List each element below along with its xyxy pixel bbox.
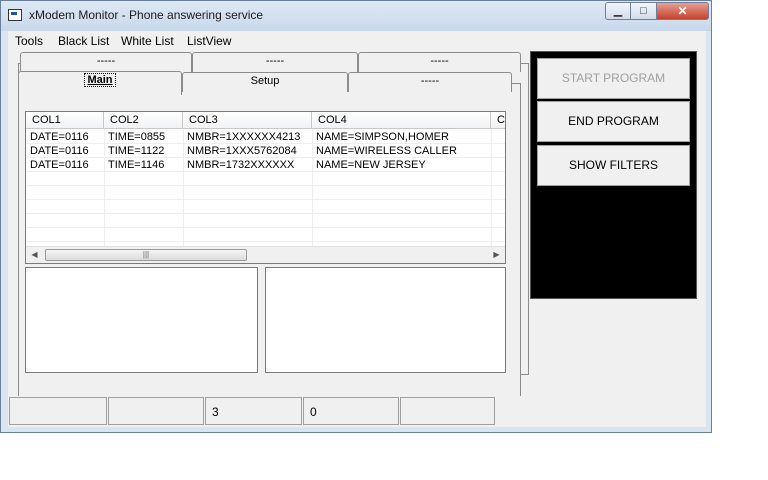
menu-listview[interactable]: ListView	[187, 34, 231, 48]
horizontal-scrollbar[interactable]: ◀ ||| ▶	[26, 246, 505, 263]
minimize-button[interactable]: ▁	[605, 2, 631, 20]
title-bar[interactable]: xModem Monitor - Phone answering service…	[1, 1, 711, 31]
status-bar: 3 0	[8, 396, 706, 427]
list-row[interactable]: DATE=0116 TIME=1122 NMBR=1XXX5762084 NAM…	[26, 144, 505, 158]
tab-row1-2[interactable]: -----	[192, 52, 358, 72]
tab-setup[interactable]: Setup	[182, 72, 348, 92]
tab-main[interactable]: Main	[18, 71, 182, 95]
cell-name: NAME=NEW JERSEY	[316, 159, 426, 171]
right-text-box[interactable]	[265, 267, 506, 373]
app-icon[interactable]	[8, 9, 22, 21]
menu-bar: Tools Black List White List ListView	[8, 31, 706, 51]
tab-row2-3[interactable]: -----	[348, 72, 512, 92]
status-panel-4: 0	[303, 397, 399, 425]
maximize-button[interactable]: □	[630, 2, 657, 20]
grip-icon: |||	[142, 250, 150, 259]
cell-date: DATE=0116	[30, 131, 89, 143]
cell-number: NMBR=1XXX5762084	[187, 145, 297, 157]
scroll-left-icon[interactable]: ◀	[26, 247, 43, 263]
status-panel-5	[400, 397, 495, 425]
close-button[interactable]: ✕	[656, 2, 709, 20]
cell-number: NMBR=1732XXXXXX	[187, 159, 295, 171]
column-header-col5[interactable]: CO	[491, 112, 505, 129]
window-title: xModem Monitor - Phone answering service	[29, 8, 264, 22]
list-header: COL1 COL2 COL3 COL4 CO	[26, 112, 505, 129]
app-window: xModem Monitor - Phone answering service…	[0, 0, 712, 433]
list-row[interactable]: DATE=0116 TIME=1146 NMBR=1732XXXXXX NAME…	[26, 158, 505, 172]
tab-row1-1[interactable]: -----	[20, 52, 192, 72]
cell-time: TIME=0855	[108, 131, 166, 143]
call-list-view[interactable]: COL1 COL2 COL3 COL4 CO DATE=0116 TIME=08…	[25, 111, 506, 264]
scroll-right-icon[interactable]: ▶	[488, 247, 505, 263]
column-header-col1[interactable]: COL1	[26, 112, 104, 129]
start-program-button[interactable]: START PROGRAM	[537, 58, 690, 99]
left-text-box[interactable]	[25, 267, 258, 373]
cell-name: NAME=WIRELESS CALLER	[316, 145, 457, 157]
tab-row1-3[interactable]: -----	[358, 52, 521, 72]
cell-name: NAME=SIMPSON,HOMER	[316, 131, 449, 143]
grid-line	[26, 213, 505, 214]
cell-time: TIME=1122	[108, 145, 165, 157]
list-row[interactable]: DATE=0116 TIME=0855 NMBR=1XXXXXX4213 NAM…	[26, 130, 505, 144]
column-header-col4[interactable]: COL4	[312, 112, 491, 129]
grid-line	[26, 185, 505, 186]
column-header-col2[interactable]: COL2	[104, 112, 183, 129]
cell-date: DATE=0116	[30, 159, 89, 171]
cell-time: TIME=1146	[108, 159, 165, 171]
client-area: Tools Black List White List ListView ---…	[8, 31, 706, 427]
menu-white-list[interactable]: White List	[121, 34, 174, 48]
menu-tools[interactable]: Tools	[15, 34, 43, 48]
scroll-thumb[interactable]: |||	[45, 249, 247, 261]
status-panel-3: 3	[205, 397, 302, 425]
grid-line	[26, 199, 505, 200]
status-panel-1	[9, 397, 107, 425]
status-panel-2	[108, 397, 204, 425]
cell-number: NMBR=1XXXXXX4213	[187, 131, 301, 143]
end-program-button[interactable]: END PROGRAM	[537, 101, 690, 142]
control-panel: START PROGRAM END PROGRAM SHOW FILTERS	[530, 51, 697, 299]
cell-date: DATE=0116	[30, 145, 89, 157]
show-filters-button[interactable]: SHOW FILTERS	[537, 145, 690, 186]
grid-line	[26, 227, 505, 228]
grid-line	[26, 241, 505, 242]
column-header-col3[interactable]: COL3	[183, 112, 312, 129]
menu-black-list[interactable]: Black List	[58, 34, 109, 48]
